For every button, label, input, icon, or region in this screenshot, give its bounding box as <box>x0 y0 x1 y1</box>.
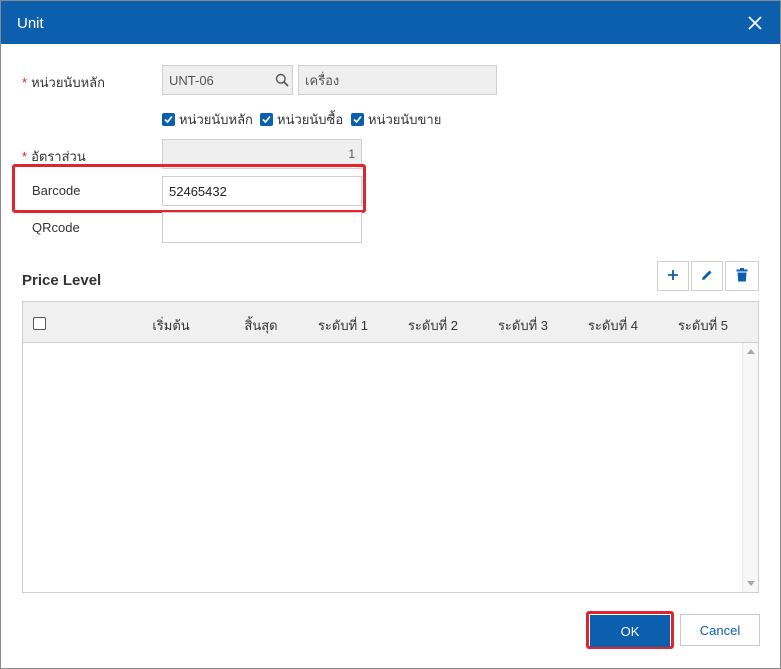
required-marker: * <box>22 149 28 164</box>
checkbox-checked-icon <box>162 113 175 126</box>
col-header-start[interactable]: เริ่มต้น <box>141 315 201 336</box>
qrcode-input[interactable] <box>162 212 362 243</box>
unit-code-field[interactable]: UNT-06 <box>162 65 293 95</box>
close-icon[interactable] <box>745 13 765 33</box>
required-marker: * <box>22 75 28 90</box>
scroll-up-icon[interactable] <box>747 349 755 354</box>
dialog-titlebar: Unit <box>1 1 780 44</box>
unit-name-value: เครื่อง <box>305 72 340 88</box>
plus-icon <box>667 269 679 284</box>
delete-button[interactable] <box>725 261 759 291</box>
price-level-grid: เริ่มต้น สิ้นสุด ระดับที่ 1 ระดับที่ 2 ร… <box>22 301 759 593</box>
barcode-label: Barcode <box>32 183 81 198</box>
unit-code-value: UNT-06 <box>169 72 214 88</box>
main-unit-label: หน่วยนับหลัก <box>31 75 105 90</box>
checkbox-sales-unit[interactable]: หน่วยนับขาย <box>351 109 441 130</box>
checkbox-checked-icon <box>351 113 364 126</box>
checkbox-purchase-unit[interactable]: หน่วยนับซื้อ <box>260 109 343 130</box>
col-header-level-1[interactable]: ระดับที่ 1 <box>313 315 373 336</box>
select-all-checkbox[interactable] <box>33 317 46 330</box>
trash-icon <box>736 267 748 285</box>
checkbox-checked-icon <box>260 113 273 126</box>
col-header-level-4[interactable]: ระดับที่ 4 <box>583 315 643 336</box>
checkbox-label: หน่วยนับขาย <box>368 112 442 127</box>
unit-name-field: เครื่อง <box>298 65 497 95</box>
checkbox-label: หน่วยนับซื้อ <box>277 112 344 127</box>
ratio-value: 1 <box>348 147 355 161</box>
ok-button[interactable]: OK <box>590 615 670 647</box>
ratio-label: อัตราส่วน <box>31 149 86 164</box>
col-header-level-2[interactable]: ระดับที่ 2 <box>403 315 463 336</box>
edit-button[interactable] <box>691 261 723 291</box>
barcode-input[interactable]: 52465432 <box>162 176 362 206</box>
add-button[interactable] <box>657 261 689 291</box>
checkbox-label: หน่วยนับหลัก <box>179 112 253 127</box>
col-header-level-5[interactable]: ระดับที่ 5 <box>673 315 733 336</box>
cancel-button[interactable]: Cancel <box>680 614 760 646</box>
unit-dialog: Unit * หน่วยนับหลัก UNT-06 เครื่อง หน่วยน… <box>0 0 781 669</box>
grid-header: เริ่มต้น สิ้นสุด ระดับที่ 1 ระดับที่ 2 ร… <box>23 302 758 343</box>
checkbox-main-unit[interactable]: หน่วยนับหลัก <box>162 109 253 130</box>
barcode-value: 52465432 <box>169 183 227 199</box>
qrcode-label: QRcode <box>32 220 80 235</box>
price-level-title: Price Level <box>22 272 102 289</box>
col-header-level-3[interactable]: ระดับที่ 3 <box>493 315 553 336</box>
dialog-title: Unit <box>17 15 44 32</box>
scroll-down-icon[interactable] <box>747 581 755 586</box>
col-header-end[interactable]: สิ้นสุด <box>231 315 291 336</box>
grid-scrollbar[interactable] <box>742 343 758 592</box>
main-unit-label-wrap: * หน่วยนับหลัก <box>22 72 105 93</box>
pencil-icon <box>700 268 714 285</box>
search-icon[interactable] <box>275 73 289 90</box>
